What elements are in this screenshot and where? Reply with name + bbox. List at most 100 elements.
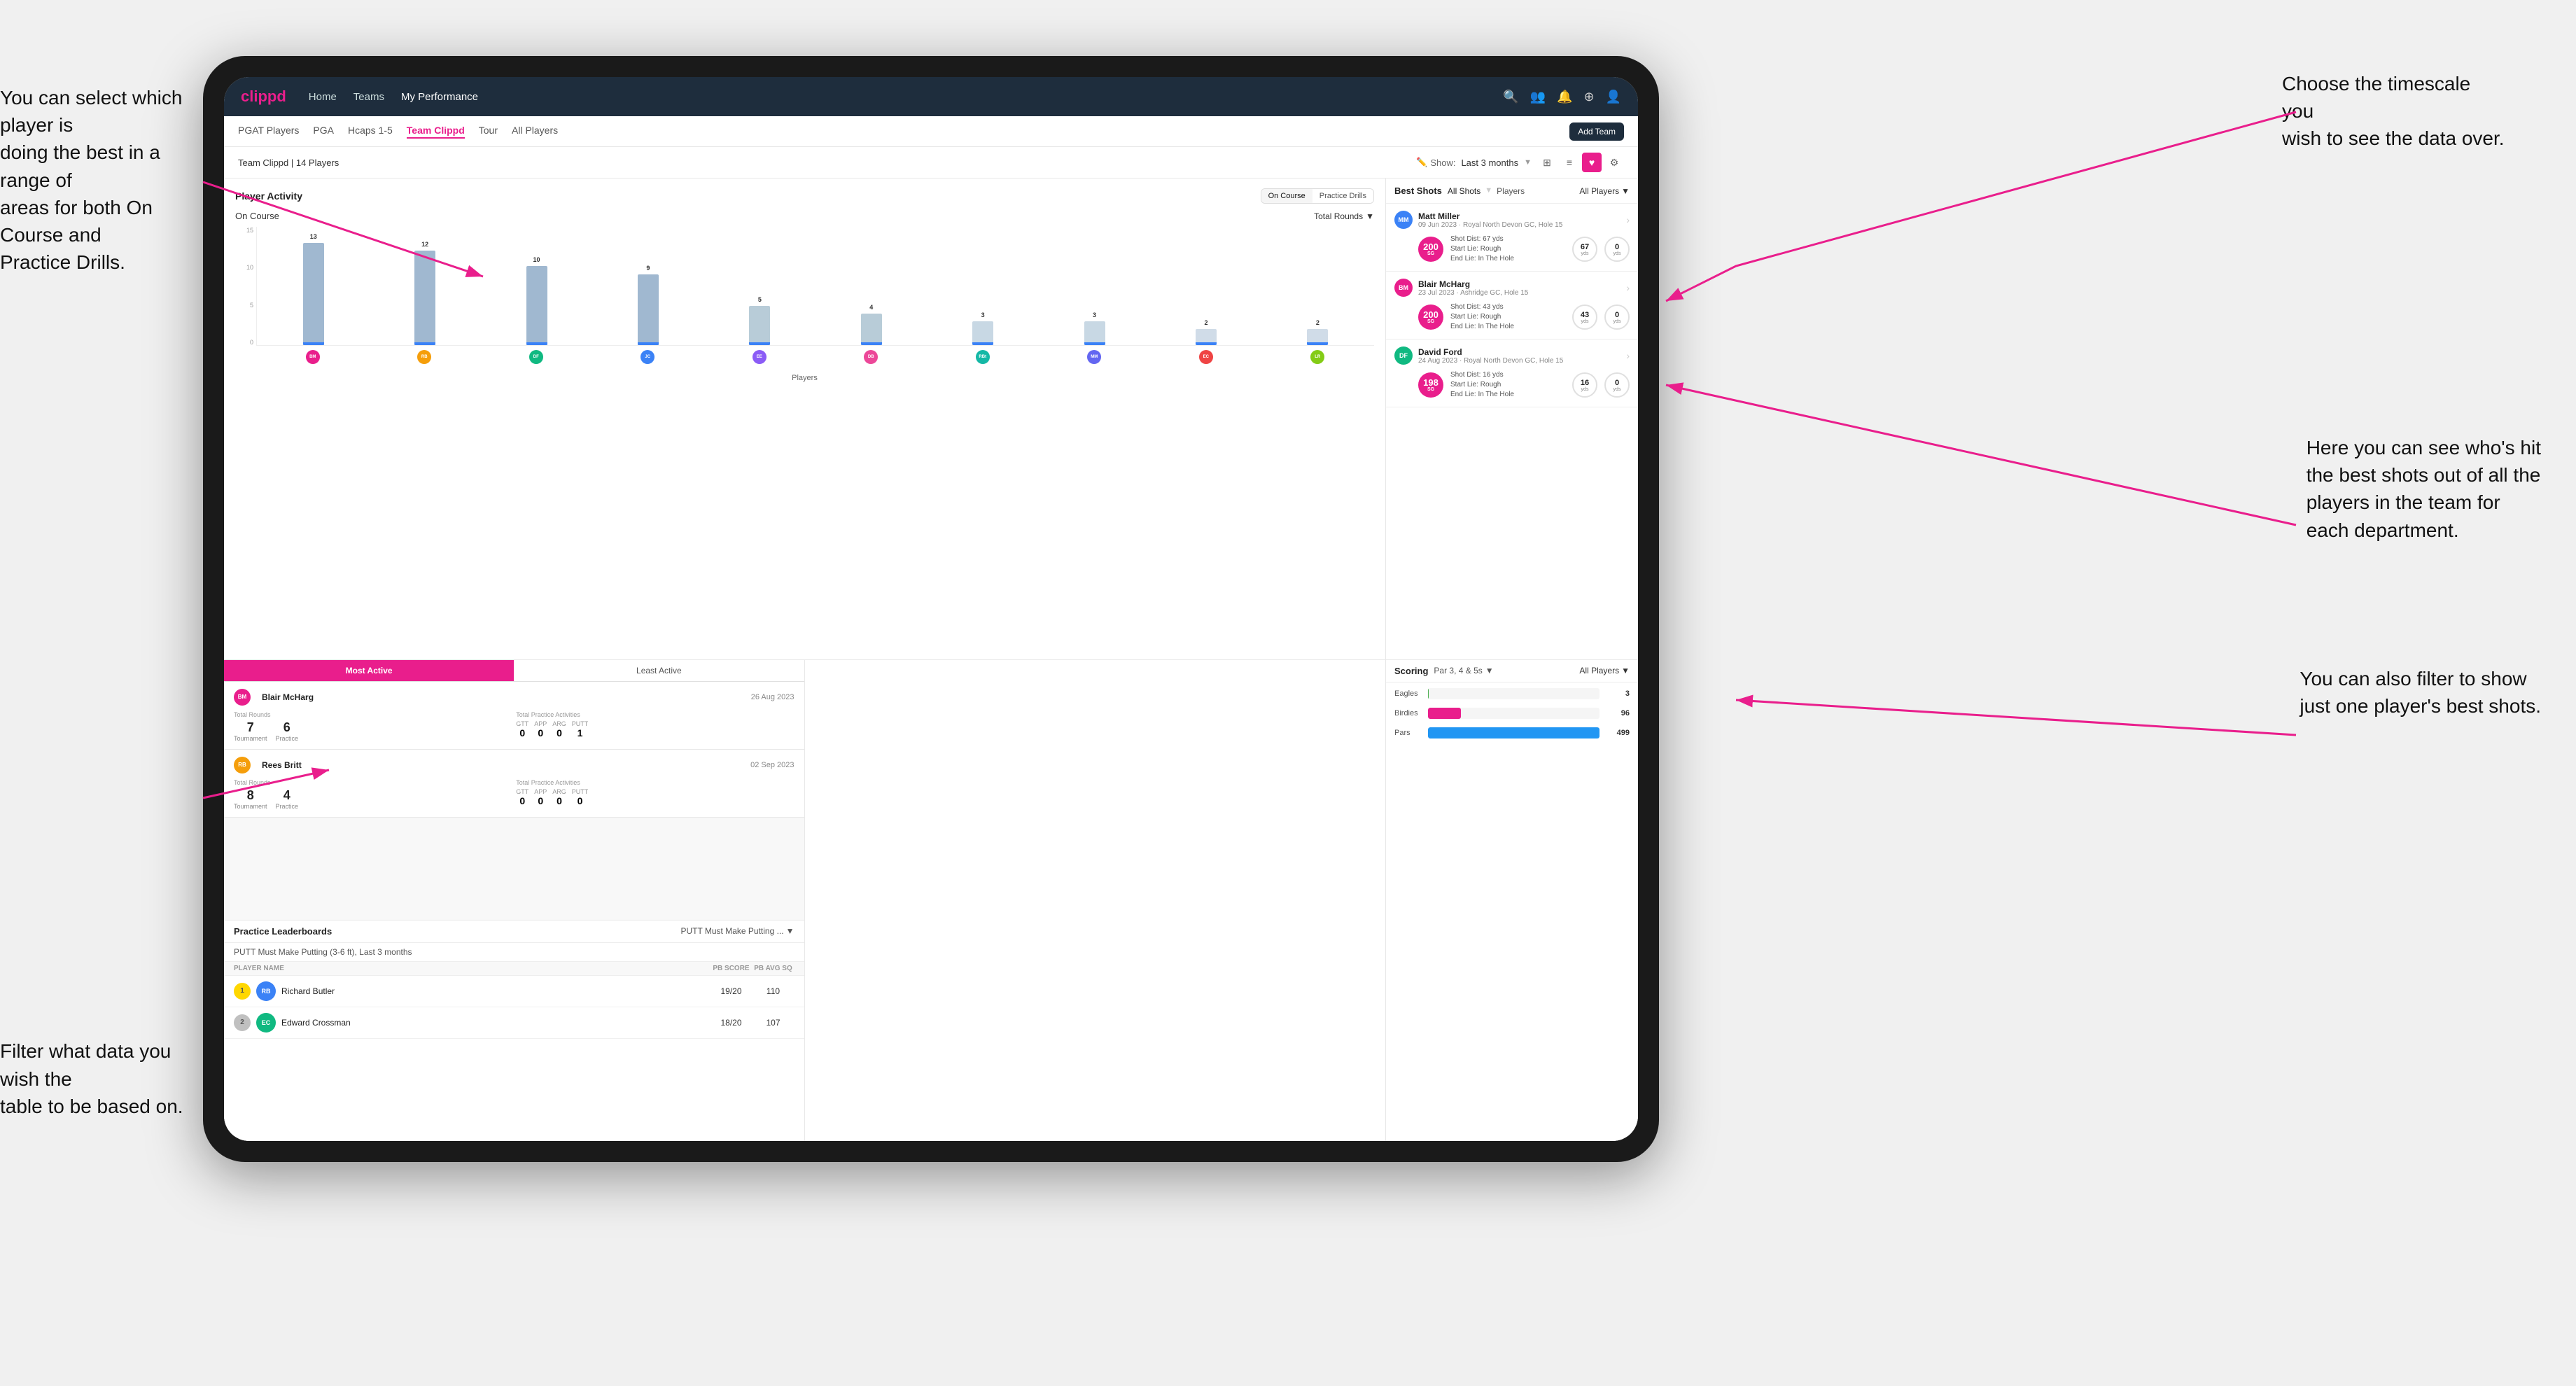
tab-hcaps[interactable]: Hcaps 1-5 bbox=[348, 125, 393, 139]
rank-badge-1: 1 bbox=[234, 983, 251, 1000]
bell-icon[interactable]: 🔔 bbox=[1557, 90, 1572, 104]
toggle-on-course[interactable]: On Course bbox=[1261, 189, 1312, 203]
team-name: Team Clippd | 14 Players bbox=[238, 158, 1416, 168]
top-nav: clippd Home Teams My Performance 🔍 👥 🔔 ⊕… bbox=[224, 77, 1638, 116]
bar-value-9: 2 bbox=[1316, 319, 1320, 326]
tab-pgat[interactable]: PGAT Players bbox=[238, 125, 299, 139]
scoring-players-dropdown[interactable]: All Players ▼ bbox=[1579, 666, 1630, 676]
gtt-val-1: 0 bbox=[516, 727, 528, 738]
total-rounds-dropdown[interactable]: Total Rounds ▼ bbox=[1314, 211, 1374, 221]
logo: clippd bbox=[241, 88, 286, 106]
bar-value-4: 5 bbox=[758, 296, 762, 303]
shot-entry-2[interactable]: BM Blair McHarg 23 Jul 2023 · Ashridge G… bbox=[1386, 272, 1638, 340]
active-date-1: 26 Aug 2023 bbox=[751, 693, 794, 701]
player-meta-3: 24 Aug 2023 · Royal North Devon GC, Hole… bbox=[1418, 357, 1626, 365]
rank-badge-2: 2 bbox=[234, 1014, 251, 1031]
shot-player-row-1: MM Matt Miller 09 Jun 2023 · Royal North… bbox=[1394, 211, 1630, 229]
annotation-timescale: Choose the timescale youwish to see the … bbox=[2282, 70, 2506, 153]
shot-entry-1[interactable]: MM Matt Miller 09 Jun 2023 · Royal North… bbox=[1386, 204, 1638, 272]
all-players-dropdown[interactable]: All Players ▼ bbox=[1579, 186, 1630, 196]
grid-view-icon[interactable]: ⊞ bbox=[1537, 153, 1557, 172]
tab-team-clippd[interactable]: Team Clippd bbox=[407, 125, 465, 139]
most-active-tab[interactable]: Most Active bbox=[224, 660, 514, 681]
card-view-icon[interactable]: ♥ bbox=[1582, 153, 1602, 172]
putt-val-2: 0 bbox=[572, 795, 589, 806]
row-avatar-1: RB bbox=[256, 981, 276, 1001]
shot-text-2: Shot Dist: 43 yds Start Lie: Rough End L… bbox=[1450, 302, 1565, 332]
bottom-left-section: Practice Leaderboards PUTT Must Make Put… bbox=[224, 660, 1386, 1142]
row-avatar-2: EC bbox=[256, 1013, 276, 1032]
shot-badge-1: 200 SG bbox=[1418, 237, 1443, 262]
tab-all-players[interactable]: All Players bbox=[512, 125, 558, 139]
bar-9[interactable]: 2 bbox=[1307, 329, 1328, 345]
leaderboard-row-1[interactable]: 1 RB Richard Butler 19/20 110 bbox=[224, 976, 804, 1007]
app-val-2: 0 bbox=[534, 795, 547, 806]
bar-3[interactable]: 9 bbox=[638, 274, 659, 345]
search-icon[interactable]: 🔍 bbox=[1503, 90, 1518, 104]
row-name-2: Edward Crossman bbox=[281, 1018, 710, 1028]
scoring-tabs[interactable]: Par 3, 4 & 5s ▼ bbox=[1434, 666, 1493, 676]
scoring-title: Scoring bbox=[1394, 666, 1428, 676]
people-icon[interactable]: 👥 bbox=[1530, 90, 1546, 104]
pars-label: Pars bbox=[1394, 729, 1422, 737]
y-axis: 15 10 5 0 bbox=[235, 227, 256, 346]
active-stats-2: Total Rounds 8 Tournament 4 Practice bbox=[234, 779, 794, 810]
add-team-button[interactable]: Add Team bbox=[1569, 122, 1624, 141]
bar-group-5: 4 bbox=[818, 227, 925, 345]
active-name-1: Blair McHarg bbox=[262, 692, 314, 702]
scoring-row-eagles: Eagles 3 bbox=[1394, 688, 1630, 699]
active-entry-1[interactable]: BM Blair McHarg 26 Aug 2023 Total Rounds bbox=[224, 682, 804, 750]
shot-metric-3a: 16 yds bbox=[1572, 372, 1597, 398]
row-score-2: 18/20 bbox=[710, 1018, 752, 1028]
shot-metric-1a: 67 yds bbox=[1572, 237, 1597, 262]
bar-2[interactable]: 10 bbox=[526, 266, 547, 345]
shot-metric-3b: 0 yds bbox=[1604, 372, 1630, 398]
edit-icon[interactable]: ✏️ bbox=[1416, 157, 1427, 168]
gtt-val-2: 0 bbox=[516, 795, 528, 806]
nav-links: Home Teams My Performance bbox=[309, 91, 1503, 103]
shot-player-row-2: BM Blair McHarg 23 Jul 2023 · Ashridge G… bbox=[1394, 279, 1630, 297]
toggle-practice[interactable]: Practice Drills bbox=[1312, 189, 1373, 203]
bar-group-9: 2 bbox=[1264, 227, 1371, 345]
leaderboard-row-2[interactable]: 2 EC Edward Crossman 18/20 107 bbox=[224, 1007, 804, 1039]
on-course-label: On Course bbox=[235, 211, 1314, 221]
add-circle-icon[interactable]: ⊕ bbox=[1583, 90, 1594, 104]
eagles-bar bbox=[1428, 688, 1429, 699]
player-name-3: David Ford bbox=[1418, 347, 1626, 357]
active-stats-1: Total Rounds 7 Tournament 6 Practice bbox=[234, 711, 794, 742]
tab-tour[interactable]: Tour bbox=[479, 125, 498, 139]
bar-5[interactable]: 4 bbox=[861, 314, 882, 345]
bar-value-0: 13 bbox=[310, 233, 317, 240]
main-content: Player Activity On Course Practice Drill… bbox=[224, 178, 1638, 1141]
bar-0[interactable]: 13 bbox=[303, 243, 324, 345]
x-label-9: LR bbox=[1264, 347, 1372, 367]
players-tab[interactable]: Players bbox=[1497, 186, 1525, 196]
practice-dropdown[interactable]: PUTT Must Make Putting ... ▼ bbox=[337, 926, 794, 936]
practice-header: Practice Leaderboards PUTT Must Make Put… bbox=[224, 920, 804, 943]
shot-entry-3[interactable]: DF David Ford 24 Aug 2023 · Royal North … bbox=[1386, 340, 1638, 407]
bar-4[interactable]: 5 bbox=[749, 306, 770, 345]
avatar-icon[interactable]: 👤 bbox=[1606, 90, 1621, 104]
bar-6[interactable]: 3 bbox=[972, 321, 993, 345]
settings-view-icon[interactable]: ⚙ bbox=[1604, 153, 1624, 172]
nav-home[interactable]: Home bbox=[309, 91, 337, 103]
scoring-bars: Eagles 3 Birdies 96 Pars bbox=[1386, 682, 1638, 1142]
x-axis-label: Players bbox=[235, 374, 1374, 382]
bar-8[interactable]: 2 bbox=[1196, 329, 1217, 345]
list-view-icon[interactable]: ≡ bbox=[1560, 153, 1579, 172]
least-active-tab[interactable]: Least Active bbox=[514, 660, 804, 681]
nav-performance[interactable]: My Performance bbox=[401, 91, 478, 103]
nav-teams[interactable]: Teams bbox=[354, 91, 384, 103]
show-dropdown[interactable]: Last 3 months bbox=[1461, 158, 1518, 168]
bar-7[interactable]: 3 bbox=[1084, 321, 1105, 345]
active-entry-2[interactable]: RB Rees Britt 02 Sep 2023 Total Rounds bbox=[224, 750, 804, 818]
bar-group-7: 3 bbox=[1041, 227, 1148, 345]
practice-val-2: 4 bbox=[276, 788, 299, 803]
dropdown-chevron[interactable]: ▼ bbox=[1524, 158, 1532, 167]
all-shots-tab[interactable]: All Shots bbox=[1448, 186, 1480, 196]
bar-1[interactable]: 12 bbox=[414, 251, 435, 345]
panel-header: Player Activity On Course Practice Drill… bbox=[235, 188, 1374, 204]
app-label: APP bbox=[534, 720, 547, 727]
scoring-panel: Scoring Par 3, 4 & 5s ▼ All Players ▼ Ea… bbox=[1386, 660, 1638, 1142]
tab-pga[interactable]: PGA bbox=[313, 125, 334, 139]
